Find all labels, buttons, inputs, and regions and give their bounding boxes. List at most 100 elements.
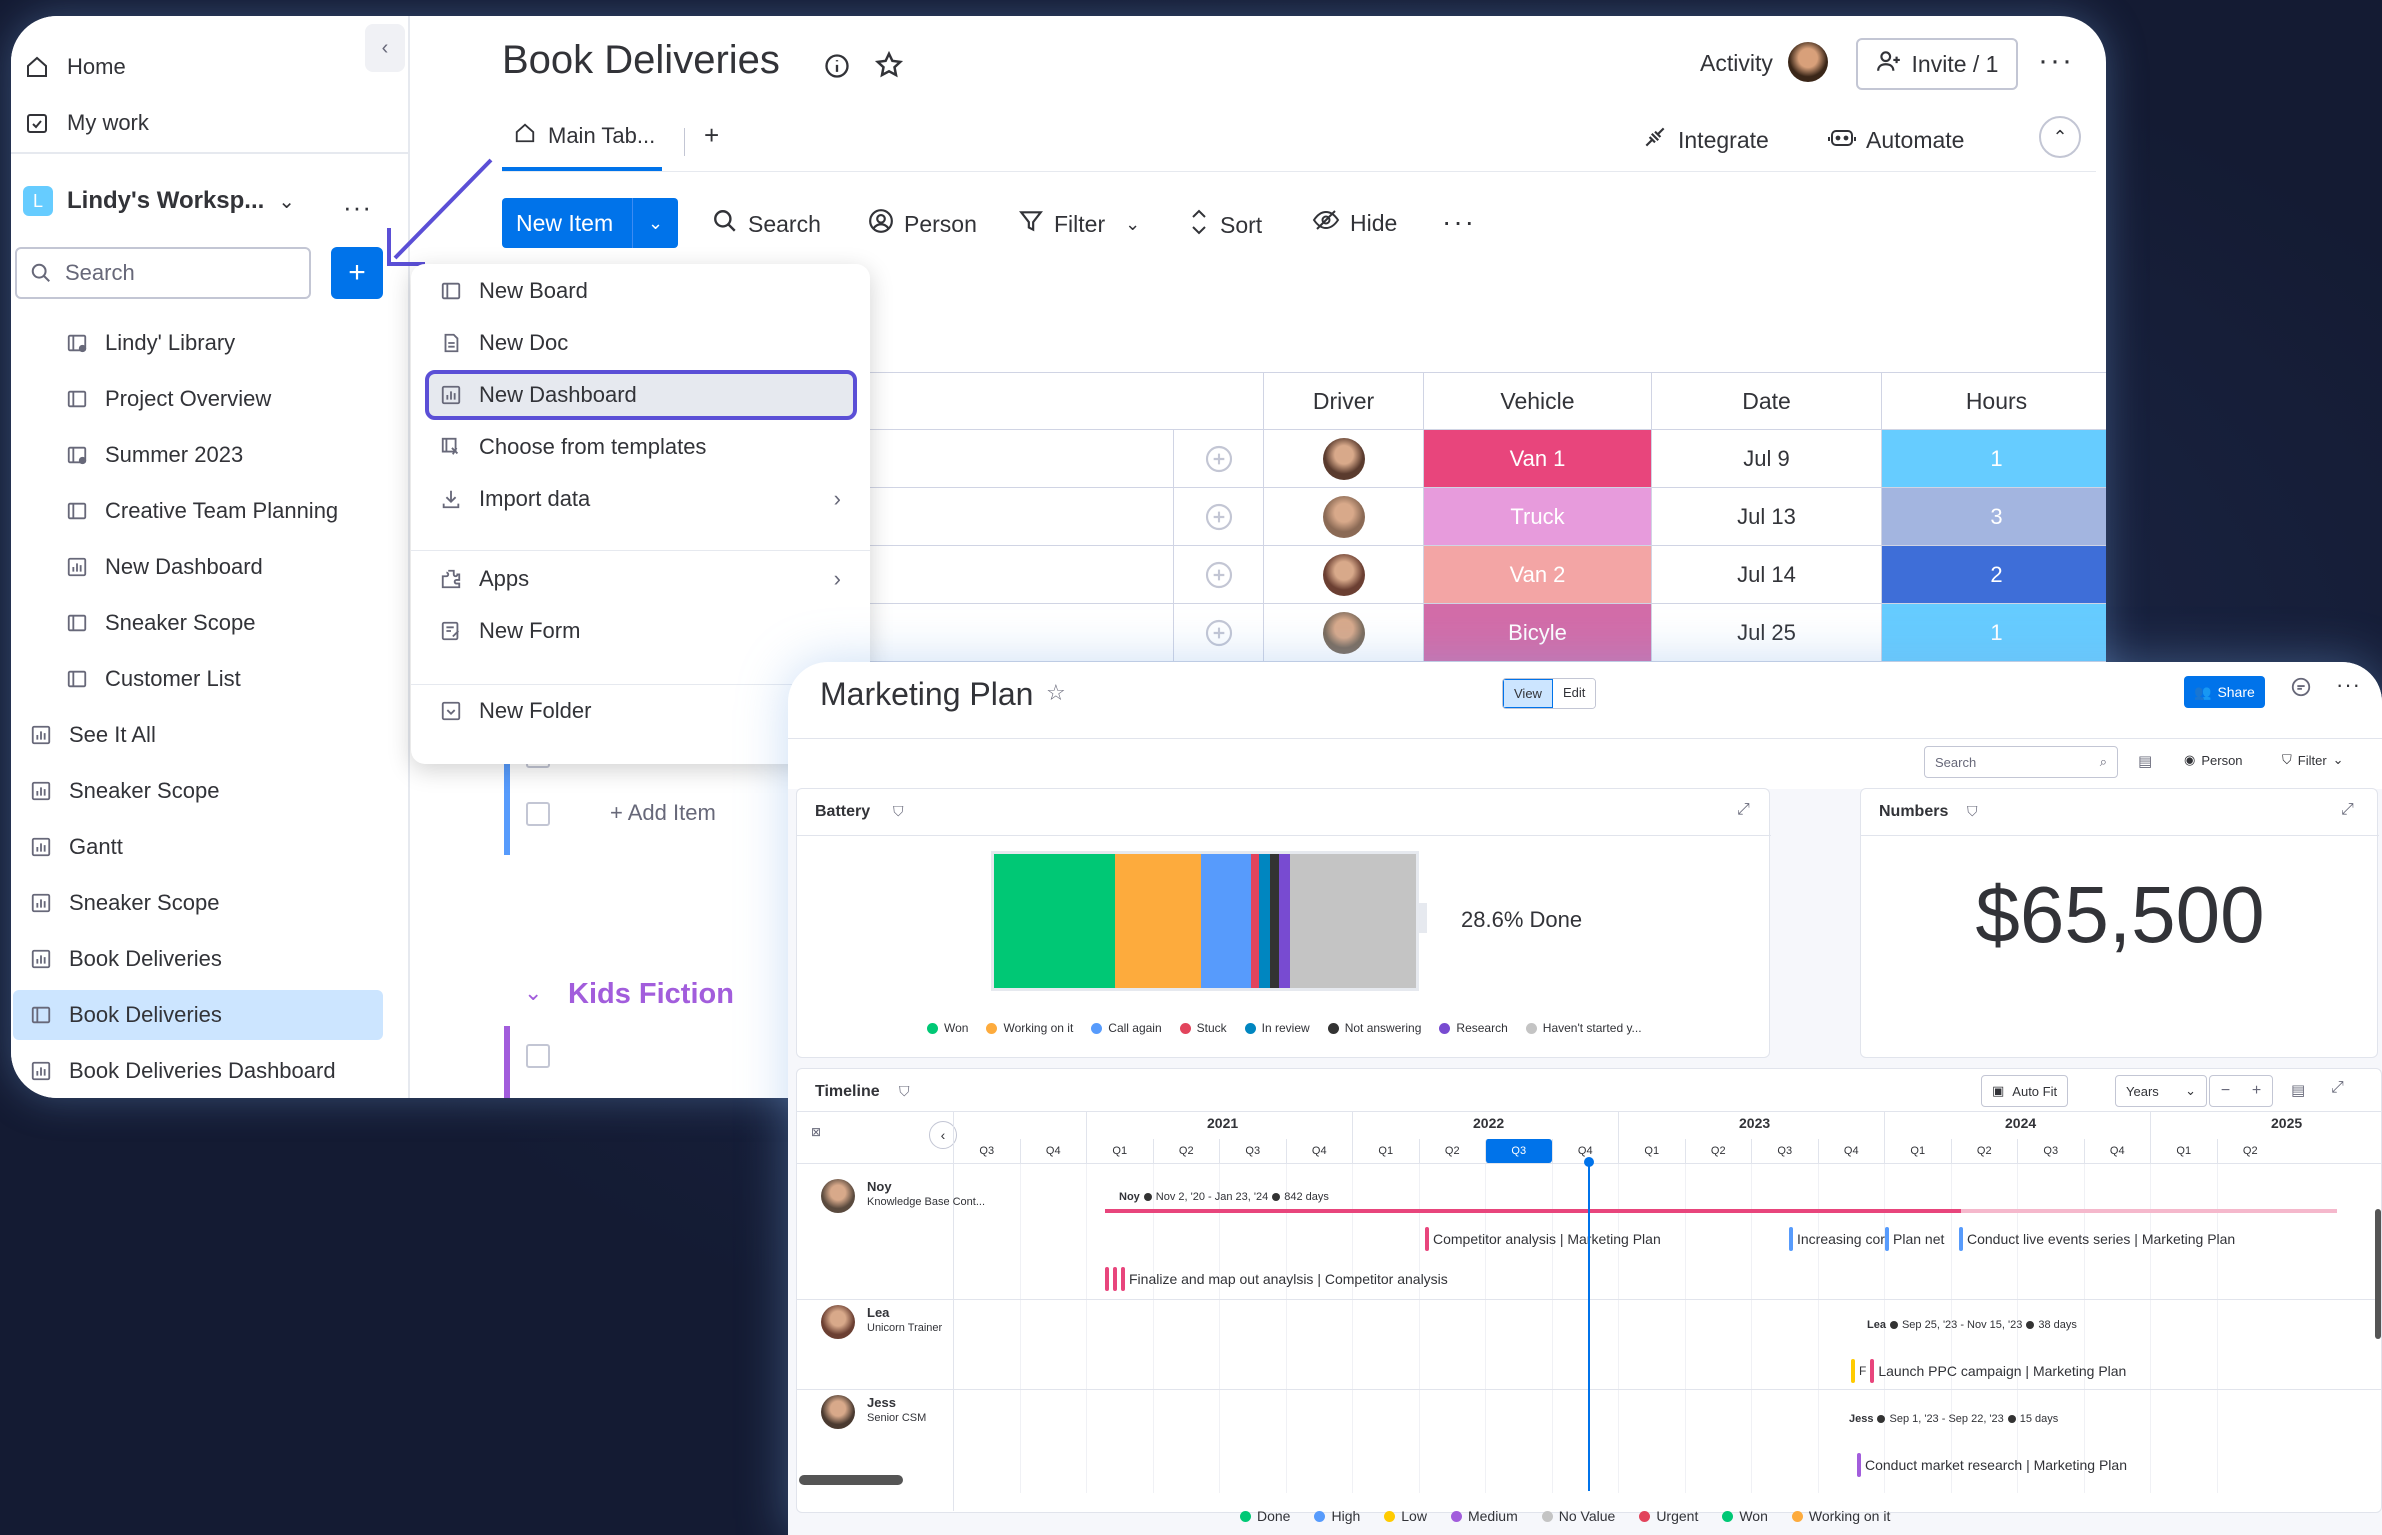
export-icon[interactable]: ▤ <box>2291 1081 2305 1099</box>
person-filter-button[interactable]: Person <box>868 208 977 240</box>
vehicle-status[interactable]: Van 1 <box>1424 430 1652 488</box>
toolbar-more-button[interactable]: ··· <box>1442 206 1476 238</box>
collapse-icon[interactable]: ⊠ <box>811 1125 821 1139</box>
chevron-down-icon[interactable]: ⌄ <box>632 198 678 248</box>
driver-cell[interactable] <box>1264 604 1424 662</box>
menu-item-import-data[interactable]: Import data › <box>425 474 857 524</box>
dashboard-person-filter[interactable]: ◉ Person <box>2184 752 2243 768</box>
driver-cell[interactable] <box>1264 546 1424 604</box>
sidebar-item-creative-team-planning[interactable]: Creative Team Planning <box>11 486 391 536</box>
sidebar-home[interactable]: Home <box>25 42 126 92</box>
row-checkbox[interactable] <box>526 802 550 826</box>
add-update-button[interactable] <box>1174 488 1264 546</box>
star-icon[interactable]: ☆ <box>1046 680 1066 706</box>
sidebar-item-project-overview[interactable]: Project Overview <box>11 374 391 424</box>
driver-cell[interactable] <box>1264 488 1424 546</box>
sidebar-item-book-deliveries-dashboard[interactable]: Book Deliveries Dashboard <box>11 1046 391 1096</box>
battery-segment[interactable] <box>1259 854 1271 988</box>
hide-button[interactable]: Hide <box>1312 208 1397 238</box>
column-header[interactable]: Driver <box>1264 372 1424 430</box>
workspace-more-button[interactable]: ··· <box>343 192 372 223</box>
timeline-task[interactable]: F Launch PPC campaign | Marketing Plan <box>1851 1359 2126 1383</box>
chevron-down-icon[interactable]: ⌄ <box>524 980 542 1006</box>
sidebar-item-book-deliveries[interactable]: Book Deliveries <box>13 990 383 1040</box>
menu-item-choose-from-templates[interactable]: Choose from templates <box>425 422 857 472</box>
star-icon[interactable] <box>874 50 904 85</box>
sidebar-search-input[interactable]: Search <box>15 247 311 299</box>
expand-icon[interactable]: ⤢ <box>2331 1079 2344 1097</box>
info-icon[interactable] <box>823 52 851 85</box>
hours-cell[interactable]: 1 <box>1882 430 2106 488</box>
horizontal-scrollbar[interactable] <box>799 1475 903 1485</box>
collapse-header-button[interactable]: ⌃ <box>2039 116 2081 158</box>
sort-button[interactable]: Sort <box>1188 208 1262 242</box>
menu-item-new-form[interactable]: New Form <box>425 606 857 656</box>
vertical-scrollbar[interactable] <box>2375 1209 2381 1339</box>
timeline-task[interactable]: Competitor analysis | Marketing Plan <box>1425 1227 1661 1251</box>
timeline-person[interactable]: Jess Senior CSM <box>821 1395 926 1429</box>
hours-cell[interactable]: 3 <box>1882 488 2106 546</box>
battery-segment[interactable] <box>1289 854 1416 988</box>
timeline-task[interactable]: Plan net <box>1885 1227 1944 1251</box>
column-header[interactable]: Date <box>1652 372 1882 430</box>
invite-button[interactable]: Invite / 1 <box>1856 38 2018 90</box>
timeline-task[interactable]: Conduct live events series | Marketing P… <box>1959 1227 2235 1251</box>
filter-button[interactable]: Filter ⌄ <box>1018 208 1140 240</box>
add-item-input[interactable]: + Add Item <box>610 800 716 826</box>
filter-icon[interactable]: ⛉ <box>1967 803 1978 820</box>
save-icon[interactable]: ▤ <box>2138 752 2152 770</box>
share-button[interactable]: 👥 Share <box>2184 676 2265 708</box>
timeline-task[interactable]: Conduct market research | Marketing Plan <box>1857 1453 2127 1477</box>
hours-cell[interactable]: 1 <box>1882 604 2106 662</box>
sidebar-item-new-dashboard[interactable]: New Dashboard <box>11 542 391 592</box>
add-update-button[interactable] <box>1174 546 1264 604</box>
vehicle-status[interactable]: Truck <box>1424 488 1652 546</box>
sidebar-item-sneaker-scope[interactable]: Sneaker Scope <box>11 766 391 816</box>
timeline-person[interactable]: Noy Knowledge Base Cont... <box>821 1179 985 1213</box>
sidebar-item-gantt[interactable]: Gantt <box>11 822 391 872</box>
group-title[interactable]: Kids Fiction <box>568 978 734 1011</box>
add-update-button[interactable] <box>1174 604 1264 662</box>
dashboard-more-button[interactable]: ··· <box>2336 672 2361 698</box>
timeline-task[interactable]: Finalize and map out anaylsis | Competit… <box>1105 1267 1448 1291</box>
workspace-selector[interactable]: L Lindy's Worksp... ⌄ <box>23 186 295 216</box>
timeline-person[interactable]: Lea Unicorn Trainer <box>821 1305 942 1339</box>
column-header[interactable]: Vehicle <box>1424 372 1652 430</box>
search-button[interactable]: Search <box>712 208 821 240</box>
tab-main-table[interactable]: Main Tab... <box>514 122 655 150</box>
filter-icon[interactable]: ⛉ <box>893 803 904 820</box>
menu-item-new-board[interactable]: New Board <box>425 266 857 316</box>
sidebar-item-summer-2023[interactable]: Summer 2023 <box>11 430 391 480</box>
add-button[interactable]: + <box>331 247 383 299</box>
battery-segment[interactable] <box>994 854 1115 988</box>
sidebar-item-customer-list[interactable]: Customer List <box>11 654 391 704</box>
row-checkbox[interactable] <box>526 1044 550 1068</box>
dashboard-search-input[interactable]: Search ⌕ <box>1924 746 2118 778</box>
view-toggle[interactable]: View <box>1503 679 1553 708</box>
zoom-in-icon[interactable]: + <box>2252 1082 2261 1100</box>
battery-segment[interactable] <box>1250 854 1260 988</box>
new-item-button[interactable]: New Item ⌄ <box>502 198 678 248</box>
timeline-task[interactable]: Increasing cor <box>1789 1227 1885 1251</box>
vehicle-status[interactable]: Bicyle <box>1424 604 1652 662</box>
collapse-sidebar-button[interactable]: ‹ <box>365 24 405 72</box>
board-more-button[interactable]: ··· <box>2038 44 2074 78</box>
menu-item-new-doc[interactable]: New Doc <box>425 318 857 368</box>
battery-segment[interactable] <box>1270 854 1279 988</box>
column-header[interactable]: Hours <box>1882 372 2106 430</box>
expand-icon[interactable]: ⤢ <box>2341 801 2354 819</box>
dashboard-filter[interactable]: ⛉ Filter ⌄ <box>2282 752 2344 768</box>
vehicle-status[interactable]: Van 2 <box>1424 546 1652 604</box>
battery-segment[interactable] <box>1201 854 1251 988</box>
auto-fit-button[interactable]: ▣ Auto Fit <box>1981 1075 2069 1107</box>
menu-item-new-dashboard[interactable]: New Dashboard <box>425 370 857 420</box>
scale-select[interactable]: Years ⌄ <box>2115 1075 2207 1107</box>
date-cell[interactable]: Jul 14 <box>1652 546 1882 604</box>
expand-icon[interactable]: ⤢ <box>1737 801 1750 819</box>
add-update-button[interactable] <box>1174 430 1264 488</box>
integrate-button[interactable]: Integrate <box>1642 124 1769 156</box>
chat-icon[interactable] <box>2290 676 2312 703</box>
add-view-button[interactable]: + <box>704 120 719 151</box>
battery-segment[interactable] <box>1278 854 1290 988</box>
sidebar-item-book-deliveries[interactable]: Book Deliveries <box>11 934 391 984</box>
